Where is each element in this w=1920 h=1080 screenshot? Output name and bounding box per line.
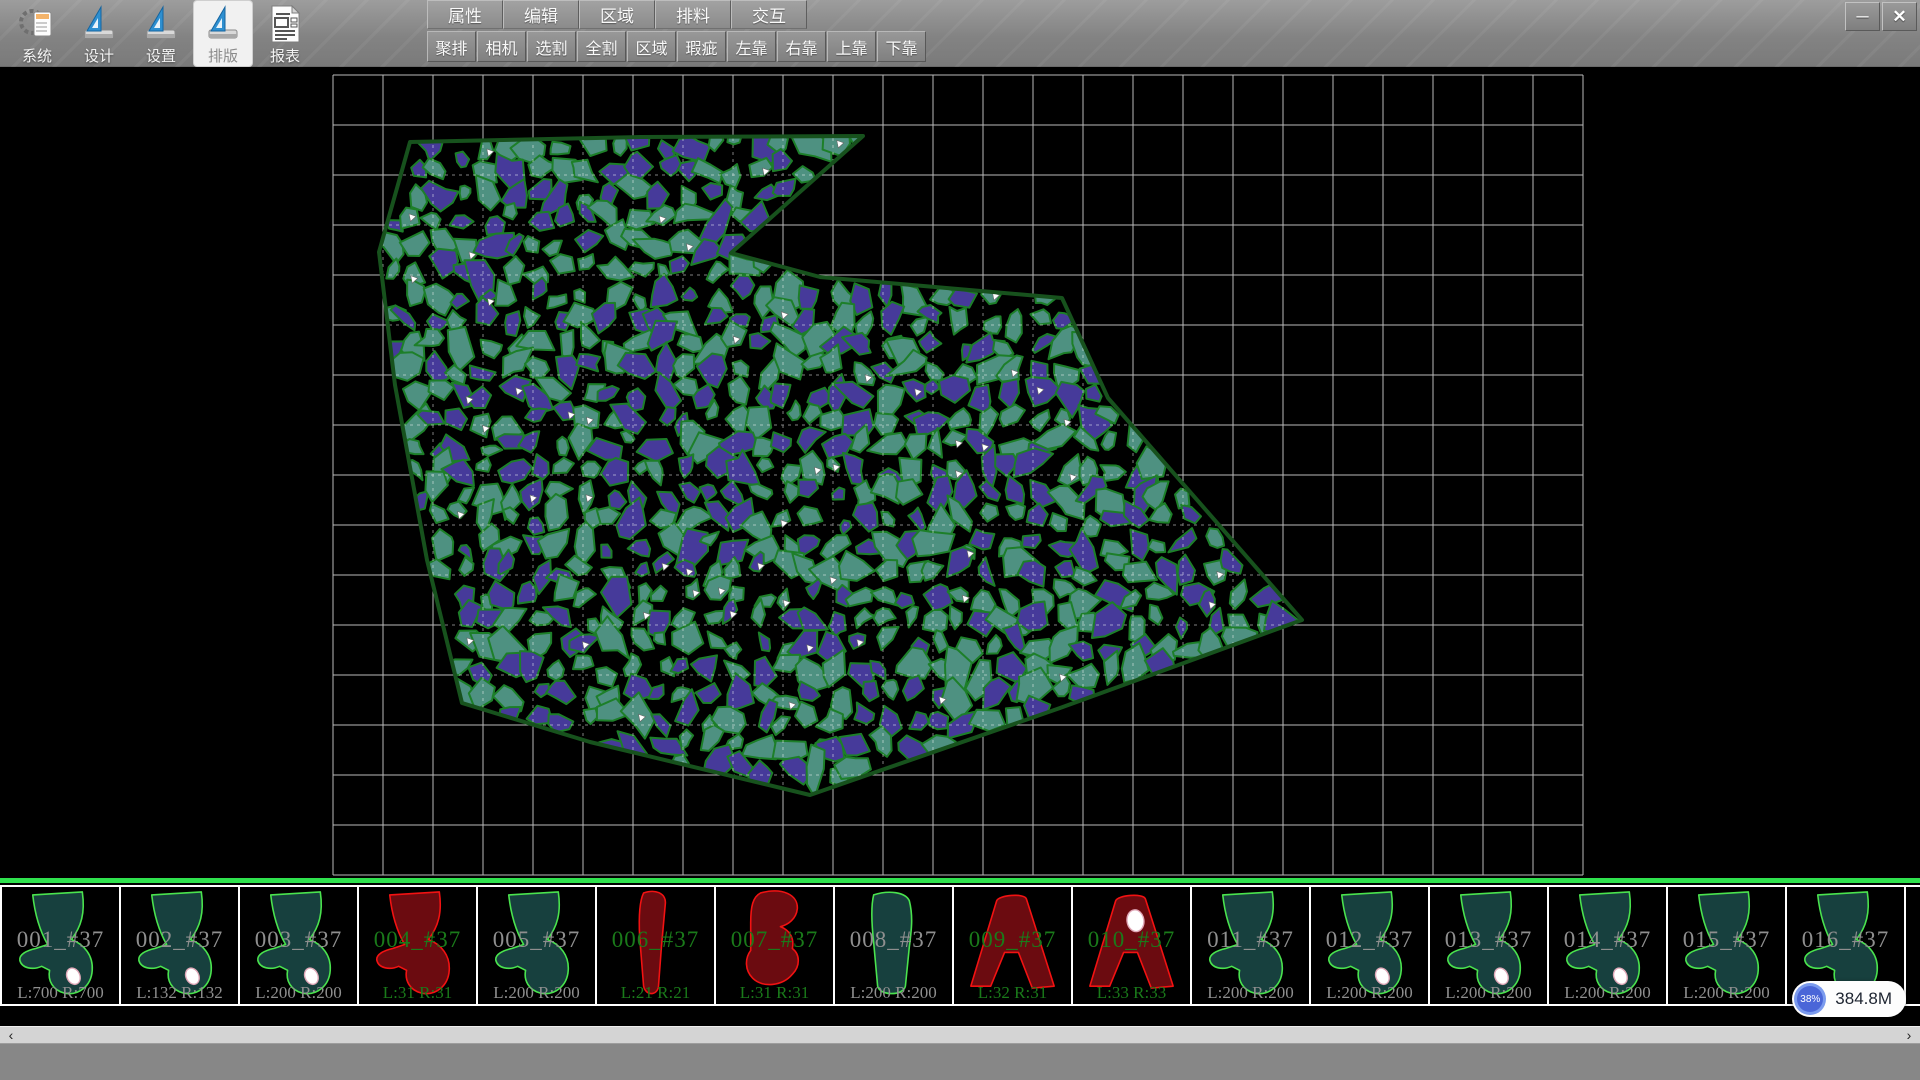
thumbnail-cells: 001_#37L:700 R:700002_#37L:132 R:132003_… (0, 885, 1920, 1006)
ruler-icon (203, 4, 243, 44)
menu-tab-2[interactable]: 编辑 (503, 0, 579, 29)
piece-thumbnail-shape (597, 887, 714, 1004)
tool-button-3[interactable]: 选割 (527, 31, 576, 62)
thumbnail-cell-1[interactable]: 001_#37L:700 R:700 (0, 887, 121, 1004)
tool-button-2[interactable]: 相机 (477, 31, 526, 62)
piece-thumbnail-shape (1192, 887, 1309, 1004)
scroll-right-icon[interactable]: › (1898, 1027, 1920, 1043)
tool-button-7[interactable]: 左靠 (727, 31, 776, 62)
thumbnail-cell-3[interactable]: 003_#37L:200 R:200 (240, 887, 359, 1004)
piece-thumbnail-shape (478, 887, 595, 1004)
piece-thumbnail-shape (359, 887, 476, 1004)
main-button-bar: 系统 设计 设置 排版 报表 (6, 0, 316, 67)
window-controls: ─ ✕ (1845, 2, 1917, 31)
piece-thumbnail-shape (240, 887, 357, 1004)
thumbnail-cell-15[interactable]: 015_#37L:200 R:200 (1668, 887, 1787, 1004)
menu-tab-4[interactable]: 排料 (655, 0, 731, 29)
main-button-label: 排版 (208, 45, 238, 66)
piece-thumbnail-shape (1430, 887, 1547, 1004)
thumbnail-cell-13[interactable]: 013_#37L:200 R:200 (1430, 887, 1549, 1004)
piece-thumbnail-shape (1311, 887, 1428, 1004)
menu-tab-1[interactable]: 属性 (427, 0, 503, 29)
thumbnail-cell-7[interactable]: 007_#37L:31 R:31 (716, 887, 835, 1004)
gear-doc-icon (17, 4, 57, 44)
thumbnail-cell-2[interactable]: 002_#37L:132 R:132 (121, 887, 240, 1004)
tool-button-6[interactable]: 瑕疵 (677, 31, 726, 62)
tool-button-5[interactable]: 区域 (627, 31, 676, 62)
piece-thumbnail-shape (1549, 887, 1666, 1004)
menu-tab-5[interactable]: 交互 (731, 0, 807, 29)
main-button-1[interactable]: 系统 (8, 1, 66, 66)
thumbnail-cell-10[interactable]: 010_#37L:33 R:33 (1073, 887, 1192, 1004)
menu-tabs-row: 属性编辑区域排料交互 (427, 0, 927, 29)
thumbnail-cell-6[interactable]: 006_#37L:21 R:21 (597, 887, 716, 1004)
thumbnail-cell-4[interactable]: 004_#37L:31 R:31 (359, 887, 478, 1004)
main-button-label: 设置 (146, 45, 176, 66)
menu-tab-3[interactable]: 区域 (579, 0, 655, 29)
main-button-4[interactable]: 排版 (194, 1, 252, 66)
tool-button-9[interactable]: 上靠 (827, 31, 876, 62)
report-icon (265, 4, 305, 44)
thumbnail-cell-9[interactable]: 009_#37L:32 R:31 (954, 887, 1073, 1004)
main-button-3[interactable]: 设置 (132, 1, 190, 66)
progress-ring: 38% (1794, 983, 1826, 1015)
thumbnail-cell-17[interactable]: 017_#37L:200 R:200 (1906, 887, 1920, 1004)
scroll-left-icon[interactable]: ‹ (0, 1027, 22, 1043)
tool-buttons-row: 聚排相机选割全割区域瑕疵左靠右靠上靠下靠 (427, 31, 927, 62)
main-button-label: 设计 (84, 45, 114, 66)
ruler-icon (79, 4, 119, 44)
nesting-canvas[interactable] (0, 67, 1920, 878)
scrollbar-track[interactable] (22, 1027, 1898, 1043)
thumbnail-cell-5[interactable]: 005_#37L:200 R:200 (478, 887, 597, 1004)
main-button-5[interactable]: 报表 (256, 1, 314, 66)
ruler-icon (141, 4, 181, 44)
minimize-button[interactable]: ─ (1845, 2, 1880, 31)
thumbnail-cell-12[interactable]: 012_#37L:200 R:200 (1311, 887, 1430, 1004)
thumbnail-cell-8[interactable]: 008_#37L:200 R:200 (835, 887, 954, 1004)
piece-thumbnail-shape (1668, 887, 1785, 1004)
tool-button-1[interactable]: 聚排 (427, 31, 476, 62)
progress-percent-label: 38% (1800, 994, 1820, 1005)
thumbnail-cell-11[interactable]: 011_#37L:200 R:200 (1192, 887, 1311, 1004)
menu-area: 属性编辑区域排料交互 聚排相机选割全割区域瑕疵左靠右靠上靠下靠 (427, 0, 927, 62)
horizontal-scrollbar[interactable]: ‹ › (0, 1026, 1920, 1043)
close-button[interactable]: ✕ (1882, 2, 1917, 31)
piece-thumbnail-shape (1073, 887, 1190, 1004)
piece-thumbnail-shape (121, 887, 238, 1004)
piece-thumbnail-shape (835, 887, 952, 1004)
main-button-label: 报表 (270, 45, 300, 66)
nesting-layout-svg (0, 67, 1920, 878)
tool-button-4[interactable]: 全割 (577, 31, 626, 62)
status-bar (0, 1043, 1920, 1080)
main-button-2[interactable]: 设计 (70, 1, 128, 66)
piece-thumbnail-shape (716, 887, 833, 1004)
nesting-app-window: 系统设计设置排版报表 属性编辑区域排料交互 聚排相机选割全割区域瑕疵左靠右靠上靠… (0, 0, 1920, 1080)
tool-button-8[interactable]: 右靠 (777, 31, 826, 62)
piece-thumbnail-shape (2, 887, 119, 1004)
piece-thumbnail-shape (954, 887, 1071, 1004)
piece-thumbnail-shape (1906, 887, 1920, 1004)
tool-button-10[interactable]: 下靠 (877, 31, 926, 62)
memory-usage-label: 384.8M (1835, 989, 1892, 1009)
thumbnail-strip: 001_#37L:700 R:700002_#37L:132 R:132003_… (0, 878, 1920, 1006)
thumbnail-cell-14[interactable]: 014_#37L:200 R:200 (1549, 887, 1668, 1004)
status-badge: 38% 384.8M (1792, 981, 1906, 1017)
toolbar: 系统设计设置排版报表 属性编辑区域排料交互 聚排相机选割全割区域瑕疵左靠右靠上靠… (0, 0, 1920, 67)
main-button-label: 系统 (22, 45, 52, 66)
progress-percent: 38% (1797, 986, 1823, 1012)
